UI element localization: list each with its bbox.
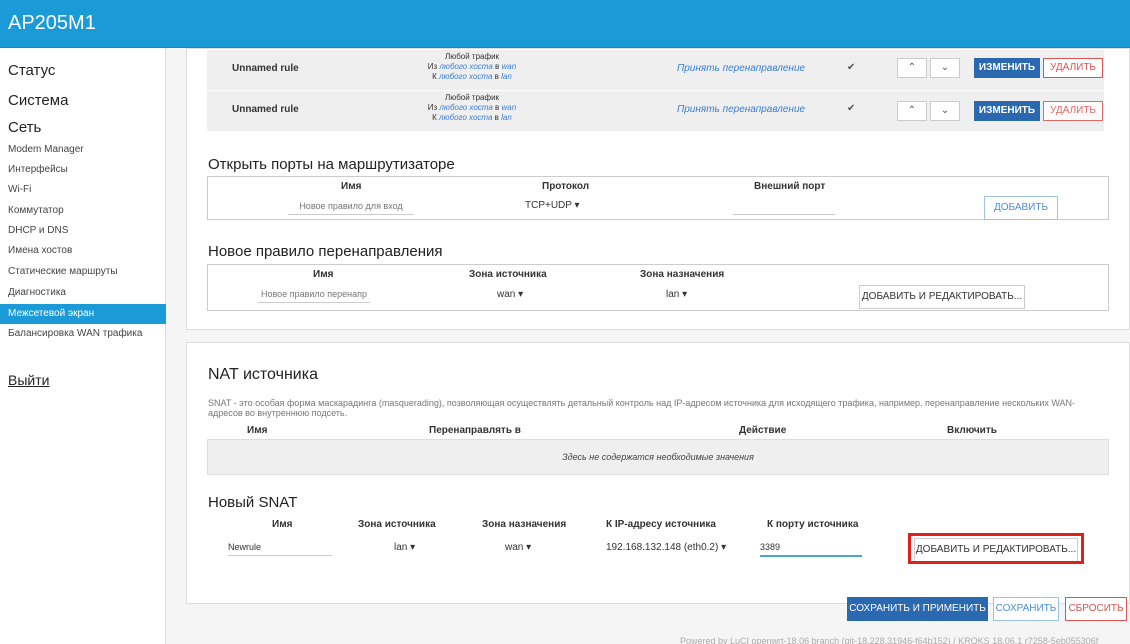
nat-empty-row: Здесь не содержатся необходимые значения [207, 439, 1109, 475]
save-button[interactable]: СОХРАНИТЬ [993, 597, 1059, 621]
add-open-port-button[interactable]: ДОБАВИТЬ [984, 196, 1058, 220]
rule-row: Unnamed rule Любой трафик Из любого хост… [207, 91, 1104, 131]
rule-match-to-zone: lan [501, 113, 512, 122]
sidebar: Статус Система Сеть Modem Manager Интерф… [0, 48, 166, 644]
save-apply-button[interactable]: СОХРАНИТЬ И ПРИМЕНИТЬ [847, 597, 988, 621]
redirect-name-input[interactable]: Новое правило перенапр [258, 289, 370, 303]
nat-empty-text: Здесь не содержатся необходимые значения [562, 452, 754, 462]
snat-src-ip-select[interactable]: 192.168.132.148 (eth0.2) ▾ [606, 542, 726, 553]
rule-match: Любой трафик Из любого хоста в wan К люб… [407, 93, 537, 123]
snat-name-input[interactable]: Newrule [228, 542, 332, 556]
rule-match: Любой трафик Из любого хоста в wan К люб… [407, 52, 537, 82]
snat-col-src-port-header: К порту источника [767, 519, 859, 530]
open-port-name-input[interactable]: Новое правило для вход [288, 201, 414, 215]
rule-match-traffic: Любой трафик [444, 93, 500, 102]
rule-match-from-in: в [495, 62, 500, 71]
rule-match-from-zone: wan [501, 103, 517, 112]
edit-button[interactable]: ИЗМЕНИТЬ [974, 58, 1040, 78]
col-ext-port-header: Внешний порт [754, 181, 826, 192]
move-up-button[interactable]: ⌃ [897, 101, 927, 121]
sidebar-item-switch[interactable]: Коммутатор [0, 201, 166, 221]
move-up-button[interactable]: ⌃ [897, 58, 927, 78]
rule-match-from-zone: wan [501, 62, 517, 71]
sidebar-item-static-routes[interactable]: Статические маршруты [0, 262, 166, 282]
sidebar-item-modem-manager[interactable]: Modem Manager [0, 140, 166, 160]
rule-row: Unnamed rule Любой трафик Из любого хост… [207, 50, 1104, 90]
sidebar-item-wan-balancing[interactable]: Балансировка WAN трафика [0, 324, 166, 344]
delete-button[interactable]: УДАЛИТЬ [1043, 101, 1103, 121]
col-src-zone-header: Зона источника [469, 269, 547, 280]
rule-match-to-host: любого хоста [439, 113, 493, 122]
rule-match-to-zone: lan [501, 72, 512, 81]
protocol-select[interactable]: TCP+UDP ▾ [525, 200, 580, 211]
delete-button[interactable]: УДАЛИТЬ [1043, 58, 1103, 78]
top-header: AP205M1 [0, 0, 1130, 48]
move-down-button[interactable]: ⌄ [930, 58, 960, 78]
col-name-header: Имя [313, 269, 334, 280]
nat-col-redirect-header: Перенаправлять в [429, 425, 521, 436]
sidebar-item-diagnostics[interactable]: Диагностика [0, 283, 166, 303]
snat-col-dst-zone-header: Зона назначения [482, 519, 567, 530]
snat-col-name-header: Имя [272, 519, 293, 530]
rule-enabled-checkbox[interactable]: ✔ [847, 103, 855, 114]
sidebar-item-network[interactable]: Сеть [8, 119, 41, 136]
highlight-box [908, 533, 1084, 564]
rule-action: Принять перенаправление [677, 63, 806, 74]
col-dst-zone-header: Зона назначения [640, 269, 725, 280]
snat-dst-zone-select[interactable]: wan ▾ [505, 542, 531, 553]
snat-col-src-zone-header: Зона источника [358, 519, 436, 530]
snat-src-zone-select[interactable]: lan ▾ [394, 542, 415, 553]
nat-col-name-header: Имя [247, 425, 268, 436]
rule-name: Unnamed rule [232, 63, 299, 74]
sidebar-item-interfaces[interactable]: Интерфейсы [0, 160, 166, 180]
new-redirect-table: Имя Зона источника Зона назначения Новое… [207, 264, 1109, 311]
move-down-button[interactable]: ⌄ [930, 101, 960, 121]
rule-match-to-host: любого хоста [439, 72, 493, 81]
rule-match-from: Из любого хоста в wan [407, 62, 537, 72]
nat-col-enable-header: Включить [947, 425, 997, 436]
rule-match-to-pre: К [432, 113, 437, 122]
open-ports-table: Имя Протокол Внешний порт Новое правило … [207, 176, 1109, 220]
rule-match-from-pre: Из [427, 62, 438, 71]
rule-match-to: К любого хоста в lan [407, 113, 537, 123]
rule-match-from: Из любого хоста в wan [407, 103, 537, 113]
external-port-input[interactable] [733, 201, 835, 215]
snat-src-port-input[interactable]: 3389 [760, 542, 862, 557]
nat-description: SNAT - это особая форма маскарадинга (ma… [208, 398, 1076, 418]
new-snat-title: Новый SNAT [208, 494, 298, 511]
rule-match-to: К любого хоста в lan [407, 72, 537, 82]
sidebar-item-wifi[interactable]: Wi-Fi [0, 180, 166, 200]
rule-match-from-pre: Из [427, 103, 438, 112]
rule-action: Принять перенаправление [677, 104, 806, 115]
rule-match-to-pre: К [432, 72, 437, 81]
reset-button[interactable]: СБРОСИТЬ [1065, 597, 1127, 621]
rule-match-to-in: в [494, 72, 499, 81]
rule-match-from-host: любого хоста [439, 103, 493, 112]
rule-match-to-in: в [494, 113, 499, 122]
open-ports-title: Открыть порты на маршрутизаторе [208, 156, 455, 173]
sidebar-item-hostnames[interactable]: Имена хостов [0, 241, 166, 261]
sidebar-item-system[interactable]: Система [8, 92, 68, 109]
col-protocol-header: Протокол [542, 181, 590, 192]
new-redirect-title: Новое правило перенаправления [208, 243, 443, 260]
edit-button[interactable]: ИЗМЕНИТЬ [974, 101, 1040, 121]
rule-match-from-host: любого хоста [439, 62, 493, 71]
col-name-header: Имя [341, 181, 362, 192]
nat-title: NAT источника [208, 366, 318, 383]
brand-title[interactable]: AP205M1 [8, 12, 96, 35]
rule-match-traffic: Любой трафик [444, 52, 500, 61]
footer-text: Powered by LuCI openwrt-18.06 branch (gi… [680, 636, 1099, 644]
redirect-dst-zone-select[interactable]: lan ▾ [666, 289, 687, 300]
sidebar-item-firewall[interactable]: Межсетевой экран [0, 304, 166, 324]
rule-match-from-in: в [495, 103, 500, 112]
rule-enabled-checkbox[interactable]: ✔ [847, 62, 855, 73]
sidebar-item-status[interactable]: Статус [8, 62, 55, 79]
rule-name: Unnamed rule [232, 104, 299, 115]
nat-col-action-header: Действие [739, 425, 787, 436]
logout-link[interactable]: Выйти [8, 372, 49, 388]
snat-col-src-ip-header: К IP-адресу источника [606, 519, 716, 530]
redirect-src-zone-select[interactable]: wan ▾ [497, 289, 523, 300]
add-edit-redirect-button[interactable]: ДОБАВИТЬ И РЕДАКТИРОВАТЬ... [859, 285, 1025, 309]
sidebar-item-dhcp-dns[interactable]: DHCP и DNS [0, 221, 166, 241]
